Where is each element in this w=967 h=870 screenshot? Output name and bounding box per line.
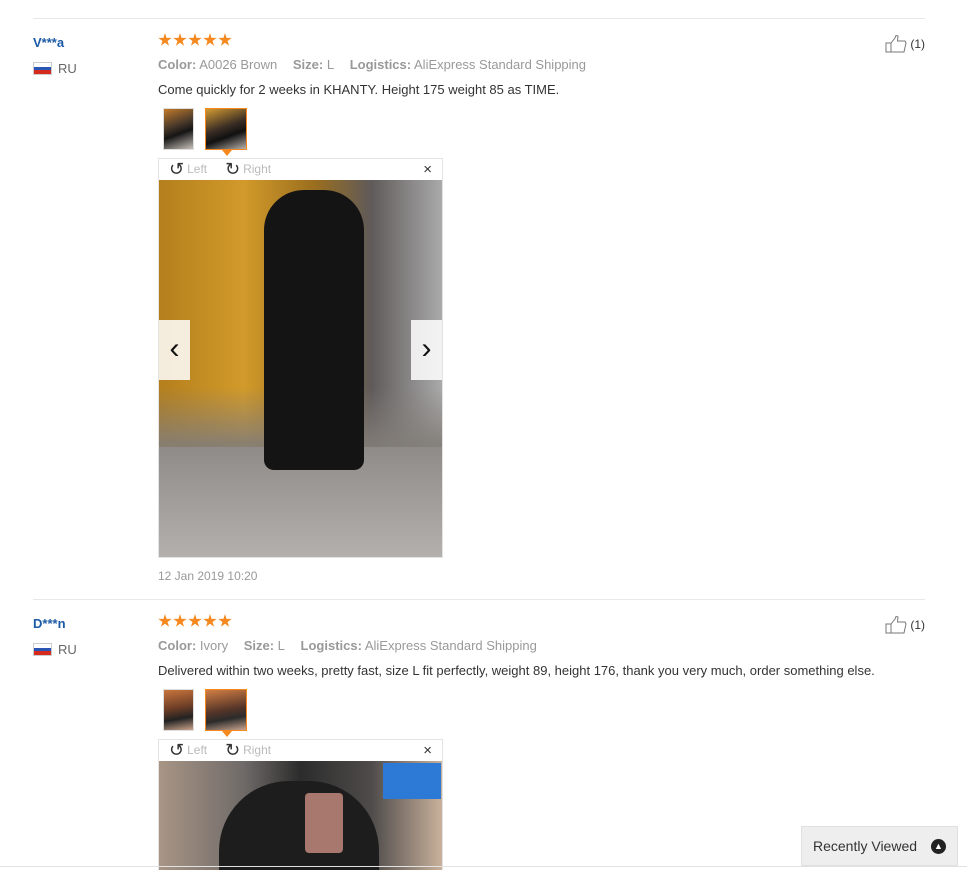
- star-icon: [203, 614, 217, 627]
- size-label: Size:: [292, 57, 324, 72]
- size-label: Size:: [243, 638, 275, 653]
- logistics-label: Logistics:: [300, 638, 362, 653]
- rotate-right-label: Right: [243, 743, 272, 757]
- rotate-left-label: Left: [187, 162, 208, 176]
- photo-thumbnail-selected[interactable]: [205, 689, 247, 737]
- photo-thumbnail[interactable]: [163, 689, 194, 731]
- logistics-label: Logistics:: [349, 57, 412, 72]
- logistics-value: AliExpress Standard Shipping: [414, 57, 587, 72]
- logistics-value: AliExpress Standard Shipping: [364, 638, 537, 653]
- star-rating: [158, 33, 232, 47]
- star-icon: [188, 33, 202, 46]
- color-label: Color:: [158, 638, 197, 653]
- color-value: Ivory: [199, 638, 229, 653]
- helpful-button[interactable]: (1): [885, 616, 925, 634]
- review-item: V***a RU Color: A0026 Brown Size: L Logi…: [33, 18, 925, 600]
- rotate-left-icon: ↺: [169, 740, 185, 760]
- review-text: Delivered within two weeks, pretty fast,…: [158, 663, 875, 678]
- photo-tv: [383, 763, 441, 799]
- photo-phone: [305, 793, 343, 853]
- rotate-right-icon: ↻: [225, 740, 241, 760]
- size-value: L: [326, 57, 335, 72]
- photo-person: [264, 190, 364, 470]
- color-value: A0026 Brown: [199, 57, 278, 72]
- reviewer-name[interactable]: D***n: [33, 616, 66, 631]
- review-date: 12 Jan 2019 10:20: [158, 569, 258, 583]
- rotate-left-icon: ↺: [169, 159, 185, 179]
- rotate-left-button[interactable]: ↺ Left: [169, 740, 208, 760]
- rotate-right-button[interactable]: ↻ Right: [225, 740, 272, 760]
- reviewer-name[interactable]: V***a: [33, 35, 64, 50]
- country-code: RU: [58, 61, 77, 76]
- star-icon: [158, 614, 172, 627]
- color-label: Color:: [158, 57, 197, 72]
- thumbs-up-icon: [885, 616, 907, 634]
- viewer-toolbar: ↺ Left ↻ Right ×: [159, 159, 442, 180]
- close-viewer-button[interactable]: ×: [423, 742, 432, 759]
- review-photo: [159, 761, 442, 870]
- bottom-divider: [0, 866, 967, 867]
- helpful-count: (1): [910, 37, 925, 51]
- russia-flag-icon: [33, 643, 52, 656]
- helpful-button[interactable]: (1): [885, 35, 925, 53]
- helpful-count: (1): [910, 618, 925, 632]
- size-value: L: [277, 638, 285, 653]
- chevron-up-icon: ▲: [931, 839, 946, 854]
- order-attributes: Color: A0026 Brown Size: L Logistics: Al…: [158, 57, 586, 72]
- next-photo-button[interactable]: ›: [411, 320, 442, 380]
- star-icon: [173, 33, 187, 46]
- star-icon: [203, 33, 217, 46]
- photo-viewer: ↺ Left ↻ Right × ‹ ›: [158, 158, 443, 558]
- photo-thumbnail[interactable]: [163, 108, 194, 150]
- reviewer-country: RU: [33, 61, 77, 76]
- rotate-right-button[interactable]: ↻ Right: [225, 159, 272, 179]
- review-item: D***n RU Color: Ivory Size: L Logistics:…: [33, 599, 925, 870]
- photo-viewer: ↺ Left ↻ Right ×: [158, 739, 443, 870]
- review-photo: ‹ ›: [159, 180, 442, 557]
- star-icon: [173, 614, 187, 627]
- photo-person: [219, 781, 379, 870]
- recently-viewed-label: Recently Viewed: [813, 838, 918, 854]
- order-attributes: Color: Ivory Size: L Logistics: AliExpre…: [158, 638, 537, 653]
- review-text: Come quickly for 2 weeks in KHANTY. Heig…: [158, 82, 560, 97]
- close-viewer-button[interactable]: ×: [423, 161, 432, 178]
- review-photo-thumbnails: [163, 108, 247, 156]
- reviewer-country: RU: [33, 642, 77, 657]
- review-photo-thumbnails: [163, 689, 247, 737]
- rotate-right-label: Right: [243, 162, 272, 176]
- star-icon: [218, 33, 232, 46]
- star-icon: [218, 614, 232, 627]
- russia-flag-icon: [33, 62, 52, 75]
- star-icon: [158, 33, 172, 46]
- thumbs-up-icon: [885, 35, 907, 53]
- rotate-left-button[interactable]: ↺ Left: [169, 159, 208, 179]
- star-icon: [188, 614, 202, 627]
- viewer-toolbar: ↺ Left ↻ Right ×: [159, 740, 442, 761]
- country-code: RU: [58, 642, 77, 657]
- star-rating: [158, 614, 232, 628]
- rotate-left-label: Left: [187, 743, 208, 757]
- recently-viewed-button[interactable]: Recently Viewed ▲: [801, 826, 958, 866]
- photo-thumbnail-selected[interactable]: [205, 108, 247, 156]
- previous-photo-button[interactable]: ‹: [159, 320, 190, 380]
- rotate-right-icon: ↻: [225, 159, 241, 179]
